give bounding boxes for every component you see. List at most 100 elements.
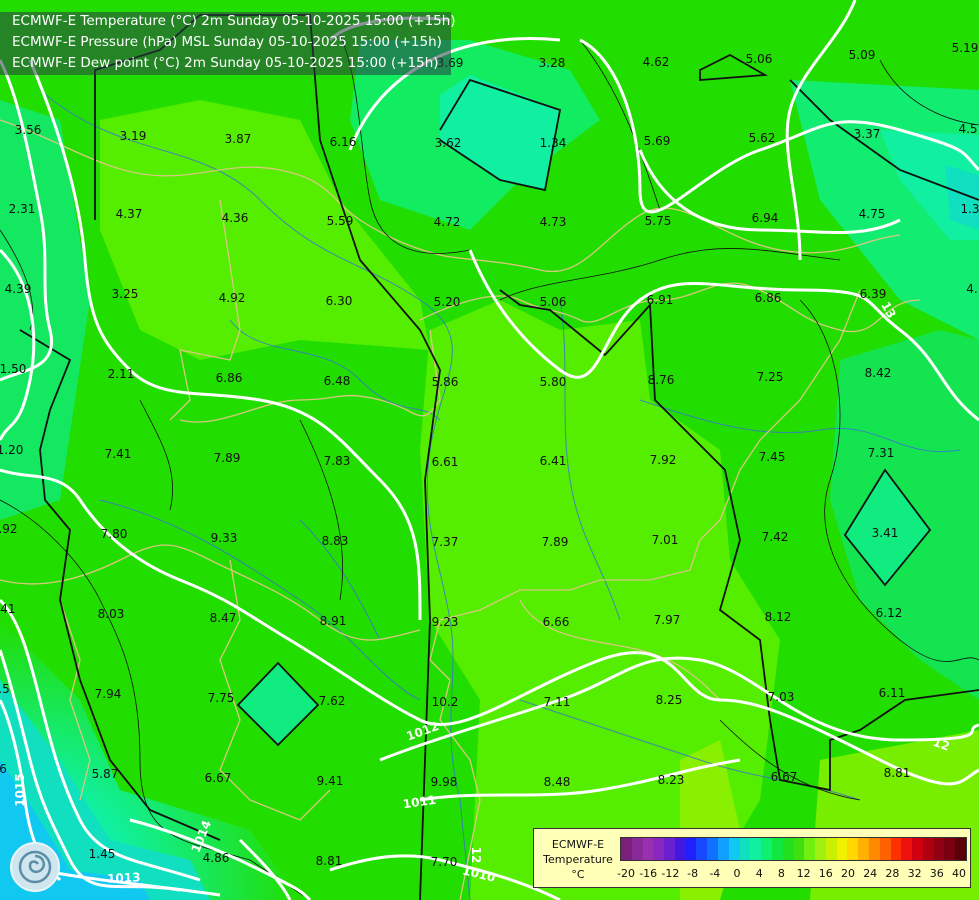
dewpoint-value-label: 6.39 (860, 287, 887, 301)
dewpoint-value-label: 4.72 (434, 215, 461, 229)
dewpoint-value-label: 6.12 (876, 606, 903, 620)
dewpoint-value-label: 8.47 (210, 611, 237, 625)
dewpoint-value-label: 8.42 (865, 366, 892, 380)
dewpoint-value-label: 4.37 (116, 207, 143, 221)
dewpoint-value-label: 6.67 (771, 770, 798, 784)
dewpoint-value-label: 5.80 (540, 375, 567, 389)
dewpoint-value-label: 3.41 (872, 526, 899, 540)
legend-swatch (750, 838, 762, 860)
dewpoint-value-label: 3.19 (120, 129, 147, 143)
weather-map: 101210111010101510141013121213 3.56 3.19 3… (0, 0, 979, 900)
dewpoint-value-label: 2.31 (9, 202, 36, 216)
dewpoint-value-label: 1.50 (0, 362, 26, 376)
dewpoint-value-label: 7.37 (432, 535, 459, 549)
ecmwf-logo (10, 842, 60, 892)
legend-swatch (944, 838, 956, 860)
isobar-label: 12 (469, 847, 483, 864)
legend-tick-label: -4 (709, 867, 721, 880)
dewpoint-value-label: 8.12 (765, 610, 792, 624)
dewpoint-value-label: 4.92 (219, 291, 246, 305)
title-dewpoint: ECMWF-E Dew point (°C) 2m Sunday 05-10-2… (12, 55, 439, 71)
dewpoint-value-label: 4.62 (643, 55, 670, 69)
dewpoint-value-label: 6.91 (647, 293, 674, 307)
legend-swatch (631, 838, 643, 860)
legend-swatch (685, 838, 697, 860)
dewpoint-value-label: .92 (0, 522, 18, 536)
dewpoint-value-label: 8.03 (98, 607, 125, 621)
legend-tick-label: 4 (755, 867, 763, 880)
dewpoint-value-label: 7.45 (759, 450, 786, 464)
dewpoint-value-label: 5.86 (432, 375, 459, 389)
title-temperature: ECMWF-E Temperature (°C) 2m Sunday 05-10… (12, 13, 456, 29)
dewpoint-value-label: 5.06 (746, 52, 773, 66)
dewpoint-value-label: 8.48 (544, 775, 571, 789)
legend-swatch (793, 838, 805, 860)
dewpoint-value-label: 6.16 (330, 135, 357, 149)
dewpoint-value-label: 8.81 (884, 766, 911, 780)
legend-tick-label: 36 (929, 867, 944, 880)
temperature-legend: ECMWF-E Temperature °C -20 -16 -12 -8 -4 0 4 8 1… (533, 828, 971, 888)
dewpoint-value-label: 7.94 (95, 687, 122, 701)
legend-swatch (955, 838, 966, 860)
legend-swatch (653, 838, 665, 860)
dewpoint-value-label: 5.19 (952, 41, 979, 55)
legend-swatch (739, 838, 751, 860)
dewpoint-value-label: 8.76 (648, 373, 675, 387)
legend-swatch (674, 838, 686, 860)
dewpoint-value-label: 5.20 (434, 295, 461, 309)
dewpoint-value-label: 6.66 (543, 615, 570, 629)
legend-swatch (728, 838, 740, 860)
legend-tick-label: 24 (863, 867, 878, 880)
dewpoint-value-label: 5.06 (540, 295, 567, 309)
legend-title-line: Temperature (543, 853, 613, 866)
dewpoint-value-label: 8.81 (316, 854, 343, 868)
dewpoint-value-label: 4.39 (5, 282, 32, 296)
dewpoint-value-label: .41 (0, 602, 16, 616)
legend-tick-label: 20 (841, 867, 855, 880)
dewpoint-value-label: 7.75 (208, 691, 235, 705)
dewpoint-value-label: 7.80 (101, 527, 128, 541)
legend-ticks: -20 -16 -12 -8 -4 0 4 8 12 16 20 24 28 32 36 40 (617, 867, 966, 881)
dewpoint-value-label: 5.69 (644, 134, 671, 148)
legend-tick-label: -16 (639, 867, 658, 880)
dewpoint-value-label: 7.31 (868, 446, 895, 460)
legend-swatch (642, 838, 654, 860)
dewpoint-value-label: 6.11 (879, 686, 906, 700)
dewpoint-value-label: 4.5 (958, 122, 977, 136)
dewpoint-value-label: 7.01 (652, 533, 679, 547)
dewpoint-value-label: 7.41 (105, 447, 132, 461)
legend-tick-label: 32 (907, 867, 922, 880)
dewpoint-value-label: 7.25 (757, 370, 784, 384)
dewpoint-value-label: 7.03 (768, 690, 795, 704)
legend-title: ECMWF-E Temperature °C (536, 837, 620, 882)
dewpoint-value-label: 8.91 (320, 614, 347, 628)
dewpoint-value-label: 6.61 (432, 455, 459, 469)
swirl-icon (18, 850, 52, 884)
dewpoint-value-label: 6 (0, 762, 7, 776)
dewpoint-value-label: 5.87 (92, 767, 119, 781)
legend-tick-label: 8 (777, 867, 785, 880)
dewpoint-value-label: 5.59 (327, 214, 354, 228)
dewpoint-value-label: 6.86 (755, 291, 782, 305)
dewpoint-value-label: 1.34 (540, 136, 567, 150)
title-panel: ECMWF-E Temperature (°C) 2m Sunday 05-10… (0, 12, 456, 75)
legend-tick-label: 0 (733, 867, 741, 880)
dewpoint-value-label: 7.83 (324, 454, 351, 468)
dewpoint-value-label: 8.23 (658, 773, 685, 787)
dewpoint-value-label: 7.97 (654, 613, 681, 627)
dewpoint-value-label: 6.67 (205, 771, 232, 785)
legend-swatch (696, 838, 708, 860)
dewpoint-value-label: 2.11 (108, 367, 135, 381)
legend-tick-label: -12 (661, 867, 680, 880)
dewpoint-value-label: 4. (966, 282, 977, 296)
legend-tick-label: 28 (885, 867, 900, 880)
legend-swatch (761, 838, 772, 860)
dewpoint-value-label: 7.92 (650, 453, 677, 467)
dewpoint-value-label: 9.23 (432, 615, 459, 629)
legend-swatch (718, 838, 729, 860)
legend-swatch (815, 838, 826, 860)
dewpoint-value-label: 3.28 (539, 56, 566, 70)
dewpoint-value-label: 9.33 (211, 531, 238, 545)
legend-tick-label: -20 (617, 867, 635, 880)
dewpoint-value-label: 7.70 (431, 855, 458, 869)
